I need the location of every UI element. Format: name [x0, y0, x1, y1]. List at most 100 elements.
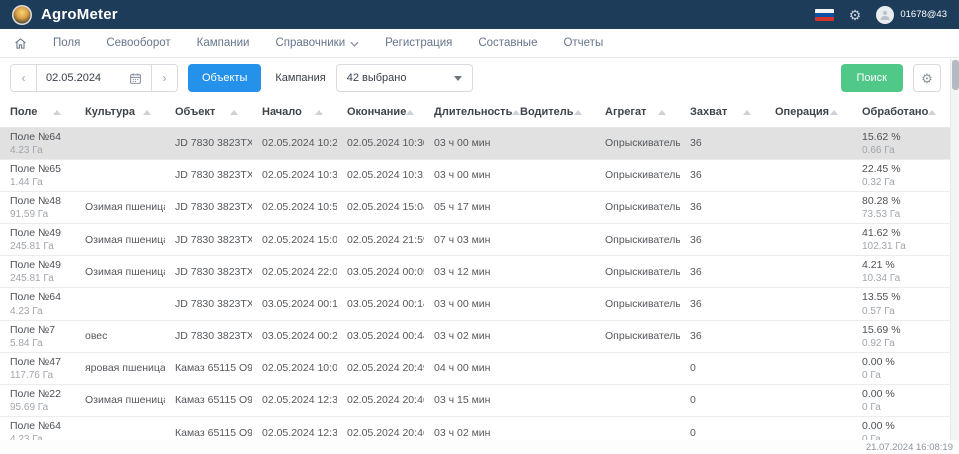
- cell-object: JD 7830 3823TX 68: [165, 288, 252, 320]
- table-row[interactable]: Поле №65 1.44 Га JD 7830 3823TX 68 02.05…: [0, 159, 950, 191]
- nav-item[interactable]: Севооборот: [106, 37, 170, 49]
- column-header[interactable]: Объект: [165, 98, 252, 127]
- cell-object: JD 7830 3823TX 68: [165, 191, 252, 223]
- cell-grab: 0: [680, 417, 765, 440]
- cell-duration: 03 ч 02 мин: [424, 320, 510, 352]
- cell-driver: [510, 127, 595, 159]
- cell-object: JD 7830 3823TX 68: [165, 159, 252, 191]
- table-row[interactable]: Поле №64 4.23 Га Камаз 65115 О928МС... 0…: [0, 417, 950, 440]
- cell-processed: 4.21 % 10.34 Га: [852, 256, 950, 288]
- sort-icon[interactable]: [574, 110, 582, 115]
- settings-gear-icon[interactable]: ⚙: [849, 8, 862, 22]
- table-row[interactable]: Поле №47 117.76 Га яровая пшеница Камаз …: [0, 352, 950, 384]
- cell-driver: [510, 417, 595, 440]
- column-header[interactable]: Окончание: [337, 98, 424, 127]
- cell-duration: 05 ч 17 мин: [424, 191, 510, 223]
- column-header-label: Захват: [690, 106, 727, 118]
- cell-duration: 03 ч 00 мин: [424, 127, 510, 159]
- date-input[interactable]: 02.05.2024: [37, 65, 151, 91]
- column-header[interactable]: Длительность: [424, 98, 510, 127]
- column-header[interactable]: Культура: [75, 98, 165, 127]
- cell-processed: 22.45 % 0.32 Га: [852, 159, 950, 191]
- sort-icon[interactable]: [406, 110, 414, 115]
- sort-icon[interactable]: [658, 110, 666, 115]
- nav-item-label: Составные: [478, 37, 537, 49]
- column-header-label: Обработано: [862, 106, 928, 118]
- sort-icon[interactable]: [143, 110, 151, 115]
- column-header[interactable]: Начало: [252, 98, 337, 127]
- cell-duration: 03 ч 02 мин: [424, 417, 510, 440]
- nav-item-label: Справочники: [275, 37, 345, 49]
- table-row[interactable]: Поле №7 5.84 Га овес JD 7830 3823TX 68 0…: [0, 320, 950, 352]
- table-row[interactable]: Поле №22 95.69 Га Озимая пшеница Камаз 6…: [0, 384, 950, 416]
- sort-icon[interactable]: [830, 110, 838, 115]
- cell-end: 03.05.2024 00:44:52: [337, 320, 424, 352]
- cell-field: Поле №7 5.84 Га: [0, 320, 75, 352]
- nav-item[interactable]: Регистрация: [385, 37, 452, 49]
- sort-icon[interactable]: [315, 110, 323, 115]
- cell-grab: 0: [680, 384, 765, 416]
- cell-processed: 13.55 % 0.57 Га: [852, 288, 950, 320]
- cell-field: Поле №49 245.81 Га: [0, 256, 75, 288]
- cell-driver: [510, 384, 595, 416]
- cell-object: JD 7830 3823TX 68: [165, 224, 252, 256]
- cell-processed: 0.00 % 0 Га: [852, 352, 950, 384]
- table-header: Поле Культура Объект Начало Окончание Дл…: [0, 98, 950, 127]
- cell-duration: 04 ч 00 мин: [424, 352, 510, 384]
- column-header[interactable]: Агрегат: [595, 98, 680, 127]
- chevron-down-icon: [350, 41, 359, 47]
- sort-icon[interactable]: [53, 110, 61, 115]
- campaign-select[interactable]: 42 выбрано: [336, 64, 473, 92]
- app-window: AgroMeter ⚙ 01678@43 Поля: [0, 0, 959, 454]
- cell-duration: 03 ч 15 мин: [424, 384, 510, 416]
- cell-start: 02.05.2024 12:36:37: [252, 384, 337, 416]
- user-menu[interactable]: 01678@43: [876, 6, 947, 24]
- cell-end: 03.05.2024 00:14:55: [337, 288, 424, 320]
- table-row[interactable]: Поле №64 4.23 Га JD 7830 3823TX 68 03.05…: [0, 288, 950, 320]
- cell-driver: [510, 224, 595, 256]
- cell-end: 03.05.2024 00:05:38: [337, 256, 424, 288]
- table-row[interactable]: Поле №64 4.23 Га JD 7830 3823TX 68 02.05…: [0, 127, 950, 159]
- table-row[interactable]: Поле №49 245.81 Га Озимая пшеница JD 783…: [0, 224, 950, 256]
- avatar: [876, 6, 894, 24]
- scrollbar-thumb[interactable]: [952, 60, 959, 90]
- cell-start: 02.05.2024 10:01:12: [252, 352, 337, 384]
- russian-flag-icon[interactable]: [815, 9, 834, 21]
- nav-item[interactable]: Отчеты: [563, 37, 603, 49]
- cell-crop: Озимая пшеница: [75, 191, 165, 223]
- column-header[interactable]: Захват: [680, 98, 765, 127]
- cell-unit: Опрыскиватель Ama...: [595, 159, 680, 191]
- prev-date-button[interactable]: ‹: [11, 65, 37, 91]
- calendar-icon[interactable]: [129, 72, 142, 85]
- nav-item[interactable]: Справочники: [275, 37, 359, 49]
- cell-unit: Опрыскиватель Ama...: [595, 288, 680, 320]
- cell-crop: Озимая пшеница: [75, 256, 165, 288]
- column-header-label: Поле: [10, 106, 37, 118]
- cell-end: 02.05.2024 20:49:31: [337, 352, 424, 384]
- sort-icon[interactable]: [230, 110, 238, 115]
- nav-item[interactable]: Поля: [53, 37, 80, 49]
- next-date-button[interactable]: ›: [151, 65, 177, 91]
- search-button[interactable]: Поиск: [841, 64, 903, 92]
- cell-grab: 36: [680, 320, 765, 352]
- column-header[interactable]: Операция: [765, 98, 852, 127]
- vertical-scrollbar[interactable]: [950, 59, 959, 440]
- nav-item[interactable]: Кампании: [197, 37, 250, 49]
- column-header[interactable]: Поле: [0, 98, 75, 127]
- column-header[interactable]: Водитель: [510, 98, 595, 127]
- table-settings-button[interactable]: ⚙: [913, 64, 941, 92]
- nav-item[interactable]: Составные: [478, 37, 537, 49]
- cell-duration: 07 ч 03 мин: [424, 224, 510, 256]
- column-header[interactable]: Обработано: [852, 98, 950, 127]
- sort-icon[interactable]: [928, 110, 936, 115]
- table-row[interactable]: Поле №49 245.81 Га Озимая пшеница JD 783…: [0, 256, 950, 288]
- objects-button[interactable]: Объекты: [188, 64, 261, 92]
- column-header-label: Объект: [175, 106, 215, 118]
- nav-item-label: Севооборот: [106, 37, 170, 49]
- cell-object: Камаз 65115 О928МС...: [165, 384, 252, 416]
- cell-field: Поле №22 95.69 Га: [0, 384, 75, 416]
- sort-icon[interactable]: [743, 110, 751, 115]
- home-nav-button[interactable]: [14, 37, 27, 50]
- table-row[interactable]: Поле №48 91.59 Га Озимая пшеница JD 7830…: [0, 191, 950, 223]
- cell-grab: 36: [680, 288, 765, 320]
